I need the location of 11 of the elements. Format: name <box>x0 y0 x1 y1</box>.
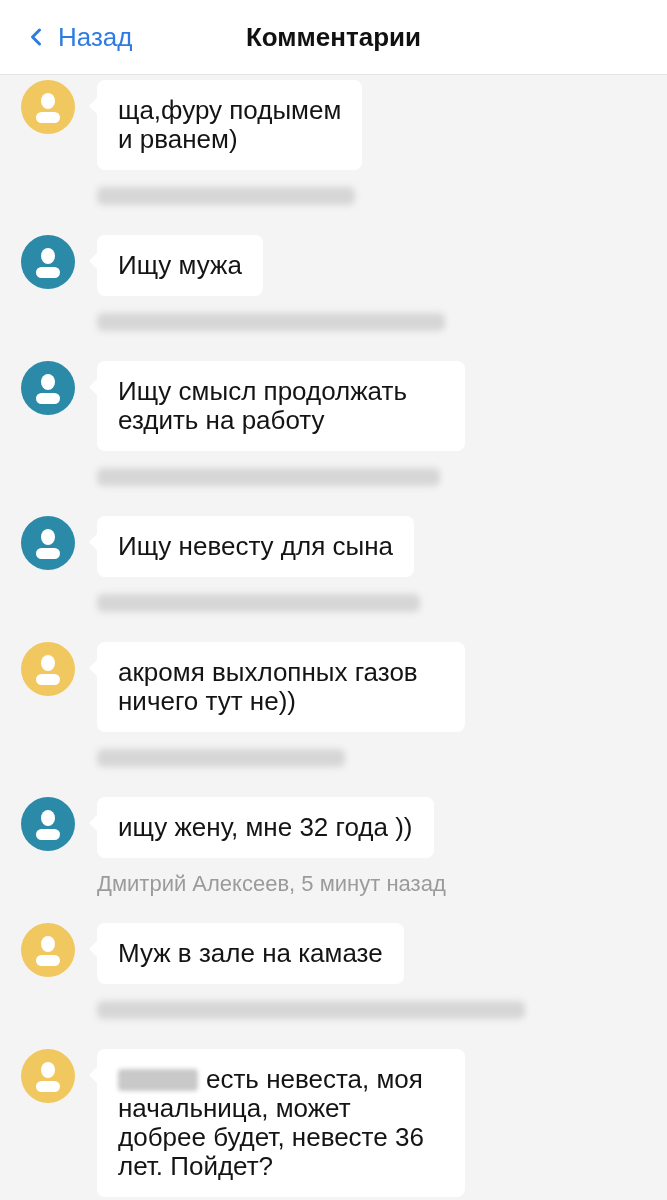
comment-text: есть невеста, моя начальница, может добрее будет, невесте 36 лет. Пойдет? <box>118 1065 425 1181</box>
comment-text: акромя выхлопных газов ничего тут не)) <box>118 658 419 716</box>
back-button[interactable]: Назад <box>22 17 133 57</box>
comment-text: Муж в зале на камазе <box>118 939 383 968</box>
comment-text: Ищу невесту для сына <box>118 532 393 561</box>
comment-text: Ищу мужа <box>118 251 242 280</box>
comment-author-time: Дмитрий Алексеев, 5 минут назад <box>97 872 446 896</box>
page-title: Комментарии <box>245 20 422 54</box>
comment-text: ща,фуру подымем и рванем) <box>118 96 342 154</box>
comment-text: ищу жену, мне 32 года )) <box>118 813 413 842</box>
comment-text: Ищу смысл продолжать ездить на работу <box>118 377 408 435</box>
